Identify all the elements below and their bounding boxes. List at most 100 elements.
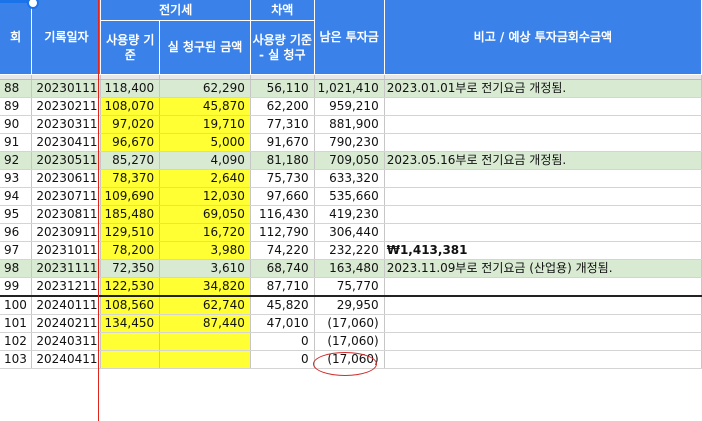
header-remaining[interactable]: 남은 투자금 [314,0,385,75]
cell-difference[interactable]: 81,180 [250,151,315,170]
cell-note[interactable] [384,277,702,297]
cell-billed[interactable]: 3,980 [159,241,251,260]
cell-usage[interactable]: 129,510 [100,223,161,242]
cell-remaining[interactable]: 633,320 [314,169,385,188]
cell-date[interactable]: 20230411 [31,133,102,152]
cell-billed[interactable] [159,350,251,369]
header-difference[interactable]: 차액 [250,0,315,21]
cell-usage[interactable]: 85,270 [100,151,161,170]
cell-no[interactable]: 93 [0,169,33,188]
cell-remaining[interactable]: (17,060) [314,314,385,333]
cell-remaining[interactable]: 535,660 [314,187,385,206]
cell-no[interactable]: 95 [0,205,33,224]
cell-note[interactable] [384,205,702,224]
cell-billed[interactable]: 3,610 [159,259,251,278]
cell-difference[interactable]: 62,200 [250,97,315,116]
cell-usage[interactable]: 78,370 [100,169,161,188]
cell-no[interactable]: 100 [0,296,33,315]
cell-usage[interactable]: 96,670 [100,133,161,152]
cell-difference[interactable]: 112,790 [250,223,315,242]
cell-billed[interactable] [159,332,251,351]
cell-difference[interactable]: 87,710 [250,277,315,297]
header-diff-desc[interactable]: 사용량 기준 - 실 청구 [250,20,315,75]
cell-note[interactable] [384,314,702,333]
cell-date[interactable]: 20230311 [31,115,102,134]
cell-billed[interactable]: 69,050 [159,205,251,224]
header-electricity[interactable]: 전기세 [100,0,251,21]
cell-usage[interactable]: 78,200 [100,241,161,260]
cell-usage[interactable]: 134,450 [100,314,161,333]
cell-billed[interactable]: 12,030 [159,187,251,206]
cell-usage[interactable]: 72,350 [100,259,161,278]
cell-no[interactable]: 91 [0,133,33,152]
cell-date[interactable]: 20231211 [31,277,102,297]
header-no[interactable]: 회 [0,0,33,75]
cell-date[interactable]: 20230811 [31,205,102,224]
cell-difference[interactable]: 75,730 [250,169,315,188]
cell-no[interactable]: 92 [0,151,33,170]
cell-remaining[interactable]: 29,950 [314,296,385,315]
cell-billed[interactable]: 87,440 [159,314,251,333]
cell-usage[interactable]: 108,070 [100,97,161,116]
cell-difference[interactable]: 68,740 [250,259,315,278]
cell-date[interactable]: 20240111 [31,296,102,315]
cell-no[interactable]: 98 [0,259,33,278]
cell-remaining[interactable]: 232,220 [314,241,385,260]
cell-no[interactable]: 101 [0,314,33,333]
cell-note[interactable] [384,296,702,315]
cell-usage[interactable]: 108,560 [100,296,161,315]
cell-billed[interactable]: 2,640 [159,169,251,188]
cell-difference[interactable]: 0 [250,332,315,351]
cell-billed[interactable]: 19,710 [159,115,251,134]
cell-difference[interactable]: 77,310 [250,115,315,134]
cell-note[interactable]: 2023.01.01부로 전기요금 개정됨. [384,79,702,98]
cell-remaining[interactable]: 419,230 [314,205,385,224]
cell-no[interactable]: 102 [0,332,33,351]
cell-date[interactable]: 20230711 [31,187,102,206]
cell-usage[interactable] [100,350,161,369]
cell-difference[interactable]: 47,010 [250,314,315,333]
cell-difference[interactable]: 45,820 [250,296,315,315]
header-notes[interactable]: 비고 / 예상 투자금회수금액 [384,0,702,75]
header-actual-billed[interactable]: 실 청구된 금액 [159,20,251,75]
cell-no[interactable]: 89 [0,97,33,116]
cell-date[interactable]: 20230111 [31,79,102,98]
cell-usage[interactable] [100,332,161,351]
cell-usage[interactable]: 97,020 [100,115,161,134]
cell-date[interactable]: 20230511 [31,151,102,170]
cell-difference[interactable]: 0 [250,350,315,369]
cell-note[interactable] [384,350,702,369]
cell-remaining[interactable]: 306,440 [314,223,385,242]
cell-billed[interactable]: 34,820 [159,277,251,297]
cell-remaining[interactable]: 959,210 [314,97,385,116]
cell-difference[interactable]: 91,670 [250,133,315,152]
cell-billed[interactable]: 62,740 [159,296,251,315]
header-date[interactable]: 기록일자 [31,0,102,75]
cell-no[interactable]: 88 [0,79,33,98]
header-usage-basis[interactable]: 사용량 기준 [100,20,161,75]
cell-no[interactable]: 96 [0,223,33,242]
cell-difference[interactable]: 97,660 [250,187,315,206]
cell-note[interactable] [384,187,702,206]
cell-date[interactable]: 20231011 [31,241,102,260]
cell-note[interactable]: ₩1,413,381 [384,241,702,260]
cell-remaining[interactable]: 709,050 [314,151,385,170]
cell-billed[interactable]: 62,290 [159,79,251,98]
cell-difference[interactable]: 74,220 [250,241,315,260]
cell-note[interactable]: 2023.11.09부로 전기요금 (산업용) 개정됨. [384,259,702,278]
cell-billed[interactable]: 45,870 [159,97,251,116]
cell-note[interactable] [384,223,702,242]
cell-date[interactable]: 20240411 [31,350,102,369]
cell-remaining[interactable]: 881,900 [314,115,385,134]
cell-date[interactable]: 20240311 [31,332,102,351]
cell-remaining[interactable]: 1,021,410 [314,79,385,98]
cell-date[interactable]: 20240211 [31,314,102,333]
cell-usage[interactable]: 122,530 [100,277,161,297]
cell-date[interactable]: 20230611 [31,169,102,188]
cell-difference[interactable]: 56,110 [250,79,315,98]
cell-note[interactable]: 2023.05.16부로 전기요금 개정됨. [384,151,702,170]
cell-date[interactable]: 20231111 [31,259,102,278]
cell-note[interactable] [384,169,702,188]
cell-no[interactable]: 94 [0,187,33,206]
cell-no[interactable]: 103 [0,350,33,369]
